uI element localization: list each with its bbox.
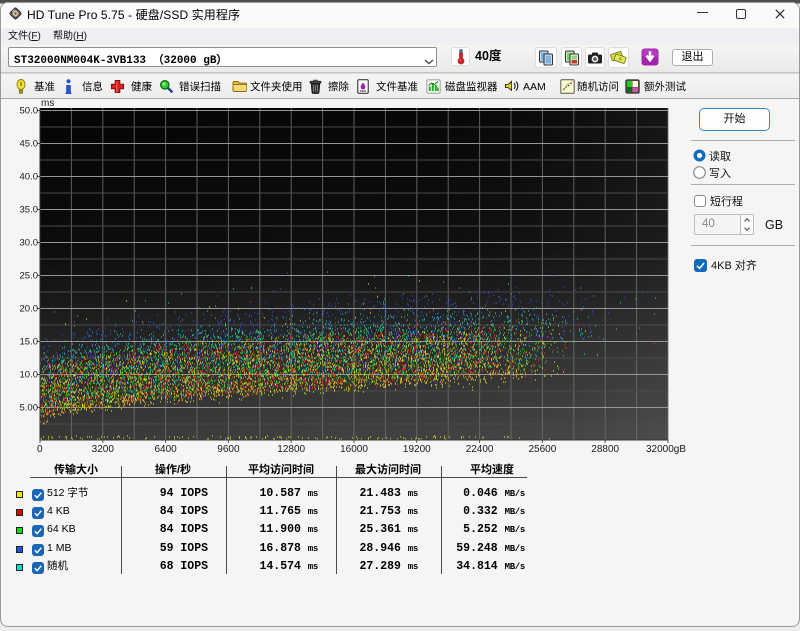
svg-text:16000: 16000	[340, 444, 368, 455]
svg-text:22400: 22400	[466, 444, 494, 455]
svg-text:9600: 9600	[217, 444, 240, 455]
svg-text:10.0: 10.0	[20, 370, 39, 381]
svg-text:19200: 19200	[403, 444, 431, 455]
svg-text:25600: 25600	[528, 444, 556, 455]
svg-text:25.0: 25.0	[20, 271, 39, 282]
svg-text:45.0: 45.0	[20, 139, 39, 150]
svg-text:5.00: 5.00	[20, 403, 39, 414]
svg-text:28800: 28800	[591, 444, 619, 455]
svg-text:ms: ms	[41, 98, 54, 109]
svg-text:30.0: 30.0	[20, 238, 39, 249]
svg-text:32000gB: 32000gB	[646, 444, 686, 455]
svg-text:35.0: 35.0	[20, 205, 39, 216]
svg-text:0: 0	[37, 444, 43, 455]
svg-text:3200: 3200	[92, 444, 115, 455]
svg-text:15.0: 15.0	[20, 337, 39, 348]
svg-text:12800: 12800	[277, 444, 305, 455]
svg-text:40.0: 40.0	[20, 172, 39, 183]
svg-text:50.0: 50.0	[20, 106, 39, 117]
svg-text:6400: 6400	[154, 444, 177, 455]
svg-text:20.0: 20.0	[20, 304, 39, 315]
